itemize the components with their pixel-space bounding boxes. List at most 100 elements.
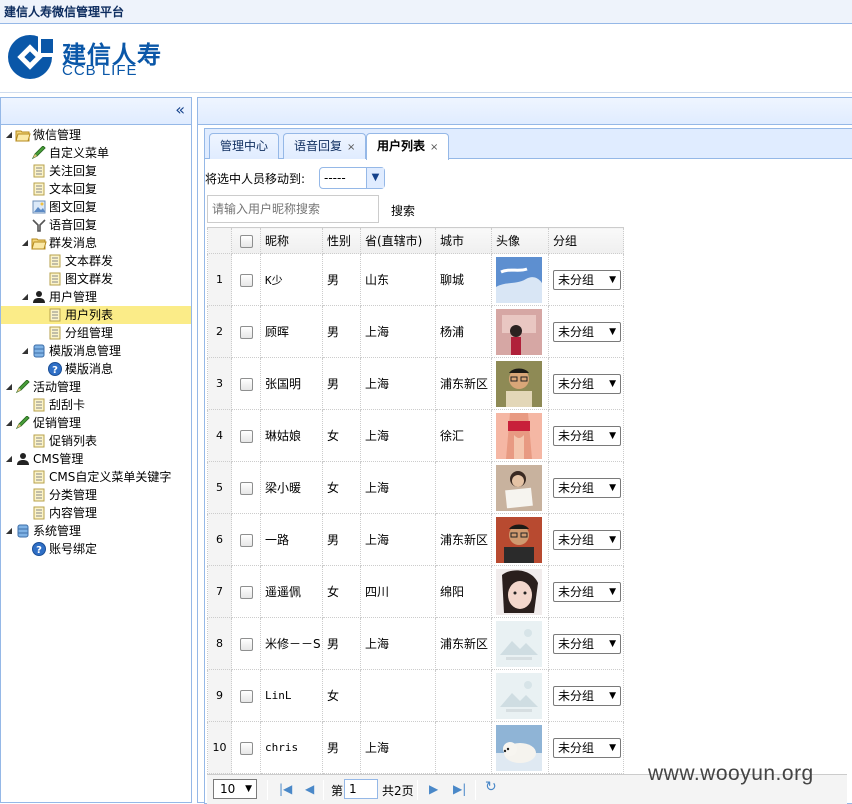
- last-page-icon[interactable]: ▶|: [453, 782, 466, 796]
- row-checkbox[interactable]: [239, 637, 253, 651]
- refresh-icon[interactable]: ↻: [485, 780, 497, 794]
- chevron-down-icon[interactable]: ▼: [609, 323, 616, 341]
- group-select[interactable]: 未分组 ▼: [553, 529, 621, 550]
- select-all-checkbox[interactable]: [239, 234, 253, 248]
- chevron-down-icon[interactable]: ▼: [609, 687, 616, 705]
- tree-item[interactable]: 用户列表: [1, 306, 191, 324]
- column-header-group[interactable]: 分组: [548, 227, 624, 254]
- row-checkbox[interactable]: [239, 585, 253, 599]
- tree-item[interactable]: 文本回复: [1, 180, 191, 198]
- expand-toggle-icon[interactable]: ◢: [3, 126, 15, 144]
- chevron-down-icon[interactable]: ▼: [609, 739, 616, 757]
- tree-item[interactable]: ◢ 群发消息: [1, 234, 191, 252]
- chevron-down-icon[interactable]: ▼: [609, 427, 616, 445]
- tree-item[interactable]: 图文群发: [1, 270, 191, 288]
- move-group-select[interactable]: ----- ▼: [319, 167, 385, 189]
- tree-item[interactable]: ◢ 促销管理: [1, 414, 191, 432]
- expand-toggle-icon[interactable]: ◢: [3, 522, 15, 540]
- table-row[interactable]: 1 K少男山东 聊城 未分组 ▼: [207, 253, 624, 306]
- table-row[interactable]: 10 chris 男上海 未分组 ▼: [207, 721, 624, 774]
- table-row[interactable]: 5 梁小暖女上海 未分组 ▼: [207, 461, 624, 514]
- group-select[interactable]: 未分组 ▼: [553, 321, 621, 342]
- chevron-down-icon[interactable]: ▼: [609, 479, 616, 497]
- group-select[interactable]: 未分组 ▼: [553, 477, 621, 498]
- page-size-select[interactable]: 10 ▼: [213, 779, 257, 799]
- nickname-cell: K少: [260, 253, 323, 306]
- table-row[interactable]: 7 遥遥佩女四川 绵阳 未分组 ▼: [207, 565, 624, 618]
- first-page-icon[interactable]: |◀: [279, 782, 292, 796]
- table-row[interactable]: 4 琳姑娘女上海 徐汇 未分组 ▼: [207, 409, 624, 462]
- group-select[interactable]: 未分组 ▼: [553, 425, 621, 446]
- chevron-down-icon[interactable]: ▼: [609, 635, 616, 653]
- row-checkbox[interactable]: [239, 533, 253, 547]
- row-checkbox[interactable]: [239, 273, 253, 287]
- chevron-down-icon[interactable]: ▼: [609, 583, 616, 601]
- expand-toggle-icon[interactable]: ◢: [19, 288, 31, 306]
- table-row[interactable]: 3 张国明男上海 浦东新区 未分组 ▼: [207, 357, 624, 410]
- tree-item[interactable]: 自定义菜单: [1, 144, 191, 162]
- page-number-input[interactable]: 1: [344, 779, 378, 799]
- expand-toggle-icon[interactable]: ◢: [19, 234, 31, 252]
- tree-item[interactable]: ◢ 微信管理: [1, 126, 191, 144]
- tree-item[interactable]: 分类管理: [1, 486, 191, 504]
- tree-item[interactable]: ◢ 系统管理: [1, 522, 191, 540]
- table-row[interactable]: 2 顾晖男上海 杨浦 未分组 ▼: [207, 305, 624, 358]
- close-icon[interactable]: ×: [430, 142, 438, 153]
- chevron-down-icon[interactable]: ▼: [609, 271, 616, 289]
- expand-toggle-icon[interactable]: ◢: [3, 450, 15, 468]
- tree-item[interactable]: ◢ CMS管理: [1, 450, 191, 468]
- tree-item[interactable]: CMS自定义菜单关键字: [1, 468, 191, 486]
- table-row[interactable]: 8 米修－－S 男上海 浦东新区 未分组 ▼: [207, 617, 624, 670]
- expand-toggle-icon[interactable]: ◢: [19, 342, 31, 360]
- tree-item[interactable]: 文本群发: [1, 252, 191, 270]
- row-checkbox[interactable]: [239, 481, 253, 495]
- group-select[interactable]: 未分组 ▼: [553, 581, 621, 602]
- column-header-nickname[interactable]: 昵称: [260, 227, 323, 254]
- collapse-icon[interactable]: «: [175, 102, 185, 118]
- close-icon[interactable]: ×: [347, 142, 355, 153]
- group-select[interactable]: 未分组 ▼: [553, 269, 621, 290]
- next-page-icon[interactable]: ▶: [429, 782, 438, 796]
- group-select[interactable]: 未分组 ▼: [553, 633, 621, 654]
- row-checkbox[interactable]: [239, 689, 253, 703]
- chevron-down-icon[interactable]: ▼: [609, 531, 616, 549]
- tree-item[interactable]: ? 模版消息: [1, 360, 191, 378]
- tree-item[interactable]: ◢ 模版消息管理: [1, 342, 191, 360]
- column-header-city[interactable]: 城市: [435, 227, 492, 254]
- group-select[interactable]: 未分组 ▼: [553, 737, 621, 758]
- chevron-down-icon[interactable]: ▼: [609, 375, 616, 393]
- chevron-down-icon[interactable]: ▼: [245, 780, 252, 798]
- gender-cell: 男: [322, 253, 361, 306]
- tab-item[interactable]: 用户列表 ×: [366, 133, 450, 160]
- row-checkbox[interactable]: [239, 429, 253, 443]
- tree-item[interactable]: 促销列表: [1, 432, 191, 450]
- tree-item[interactable]: 关注回复: [1, 162, 191, 180]
- row-checkbox[interactable]: [239, 377, 253, 391]
- chevron-down-icon[interactable]: ▼: [366, 168, 384, 188]
- tree-item[interactable]: 内容管理: [1, 504, 191, 522]
- tree-item[interactable]: 语音回复: [1, 216, 191, 234]
- column-header-avatar[interactable]: 头像: [491, 227, 549, 254]
- search-input[interactable]: [207, 195, 379, 223]
- column-header-gender[interactable]: 性别: [322, 227, 361, 254]
- table-row[interactable]: 6 一路男上海 浦东新区 未分组 ▼: [207, 513, 624, 566]
- tree-item[interactable]: 图文回复: [1, 198, 191, 216]
- search-button[interactable]: 搜索: [391, 202, 415, 219]
- tab-item[interactable]: 语音回复 ×: [283, 133, 367, 159]
- previous-page-icon[interactable]: ◀: [305, 782, 314, 796]
- table-row[interactable]: 9 LinL 女 未分组 ▼: [207, 669, 624, 722]
- row-checkbox[interactable]: [239, 741, 253, 755]
- tree-item[interactable]: ◢ 活动管理: [1, 378, 191, 396]
- row-checkbox[interactable]: [239, 325, 253, 339]
- expand-toggle-icon[interactable]: ◢: [3, 414, 15, 432]
- tab-item[interactable]: 管理中心: [209, 133, 280, 159]
- column-header-province[interactable]: 省(直辖市): [360, 227, 436, 254]
- group-select[interactable]: 未分组 ▼: [553, 373, 621, 394]
- tree-item[interactable]: ◢ 用户管理: [1, 288, 191, 306]
- tree-item[interactable]: ? 账号绑定: [1, 540, 191, 558]
- group-select[interactable]: 未分组 ▼: [553, 685, 621, 706]
- group-cell: 未分组 ▼: [548, 461, 624, 514]
- tree-item[interactable]: 分组管理: [1, 324, 191, 342]
- tree-item[interactable]: 刮刮卡: [1, 396, 191, 414]
- expand-toggle-icon[interactable]: ◢: [3, 378, 15, 396]
